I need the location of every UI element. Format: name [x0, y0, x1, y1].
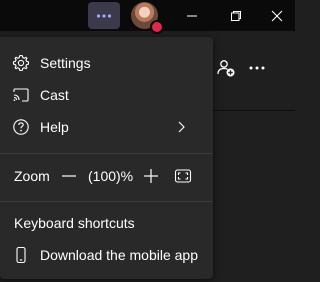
ellipsis-icon: [96, 13, 112, 18]
menu-item-keyboard-shortcuts[interactable]: Keyboard shortcuts: [0, 208, 213, 238]
divider: [213, 110, 295, 111]
settings-menu: Settings Cast Help Zoom (100)% Keyboard …: [0, 37, 213, 279]
menu-item-label: Download the mobile app: [40, 247, 198, 263]
menu-item-label: Keyboard shortcuts: [14, 215, 135, 231]
more-options-button[interactable]: [88, 2, 120, 29]
fit-to-screen-icon[interactable]: [174, 167, 192, 185]
help-icon: [12, 118, 30, 136]
close-button[interactable]: [259, 0, 295, 31]
zoom-label: Zoom: [14, 168, 50, 184]
close-icon: [271, 10, 283, 21]
maximize-button[interactable]: [216, 0, 256, 31]
title-bar: [0, 0, 295, 34]
minimize-button[interactable]: [172, 0, 212, 31]
people-add-icon[interactable]: [216, 58, 236, 78]
menu-item-label: Settings: [40, 55, 91, 71]
menu-item-help[interactable]: Help: [0, 112, 213, 142]
menu-divider: [0, 201, 213, 202]
phone-icon: [12, 246, 30, 264]
gear-icon: [12, 54, 30, 72]
menu-item-cast[interactable]: Cast: [0, 80, 213, 110]
presence-status-badge: [150, 20, 164, 34]
more-ellipsis-icon[interactable]: [247, 58, 267, 78]
minimize-icon: [187, 15, 197, 16]
menu-item-label: Cast: [40, 87, 69, 103]
zoom-control: Zoom (100)%: [0, 161, 213, 191]
avatar[interactable]: [131, 2, 164, 34]
chevron-right-icon: [178, 121, 185, 133]
zoom-out-icon[interactable]: [60, 167, 78, 185]
menu-item-label: Help: [40, 119, 69, 135]
menu-item-download-mobile-app[interactable]: Download the mobile app: [0, 240, 213, 270]
zoom-in-icon[interactable]: [142, 167, 160, 185]
menu-divider: [0, 153, 213, 154]
cast-icon: [12, 86, 30, 104]
menu-item-settings[interactable]: Settings: [0, 48, 213, 78]
zoom-value: (100)%: [88, 168, 134, 184]
maximize-icon: [231, 10, 241, 21]
